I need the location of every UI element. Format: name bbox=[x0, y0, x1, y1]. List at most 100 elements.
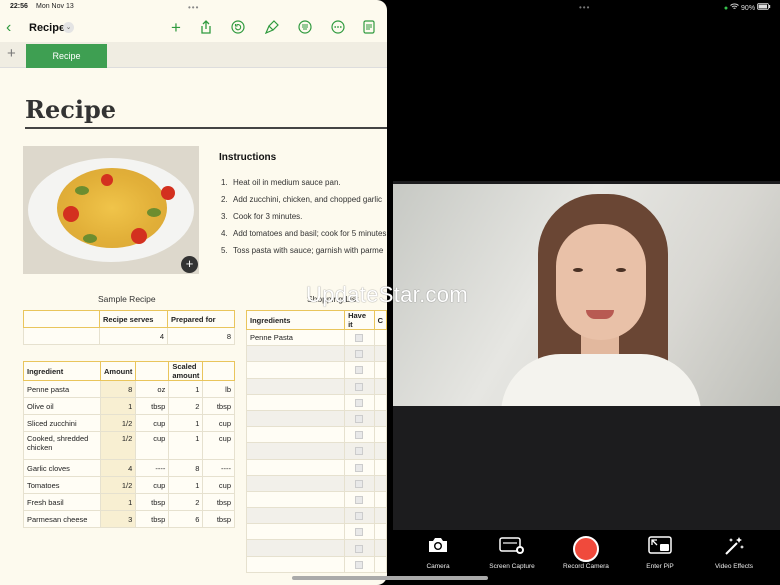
table-cell[interactable]: cup bbox=[202, 431, 235, 460]
document-title[interactable]: Recipe bbox=[29, 22, 65, 34]
table-cell[interactable] bbox=[373, 474, 387, 492]
table-row[interactable]: Parmesan cheese 3 tbsp 6 tbsp bbox=[23, 510, 235, 528]
table-cell[interactable] bbox=[245, 458, 346, 476]
table-cell[interactable]: 1/2 bbox=[99, 414, 137, 432]
table-cell[interactable]: 2 bbox=[168, 397, 204, 415]
table-row[interactable] bbox=[245, 474, 387, 492]
table-cell[interactable] bbox=[373, 442, 387, 460]
menu-icon[interactable] bbox=[297, 20, 313, 36]
add-sheet-icon[interactable]: + bbox=[7, 45, 16, 62]
table-row[interactable] bbox=[245, 442, 387, 460]
table-row[interactable]: Fresh basil 1 tbsp 2 tbsp bbox=[23, 493, 235, 511]
pasta-photo[interactable] bbox=[23, 146, 199, 274]
table-cell[interactable]: 4 bbox=[99, 459, 137, 477]
table-header-cell[interactable]: Ingredients bbox=[245, 310, 346, 330]
chevron-down-icon[interactable]: ⌄ bbox=[63, 22, 74, 33]
table-cell[interactable] bbox=[245, 345, 346, 363]
table-header-cell[interactable]: Scaled amount bbox=[168, 361, 204, 381]
table-cell[interactable] bbox=[245, 409, 346, 428]
multitask-dots-icon[interactable]: ••• bbox=[579, 3, 590, 12]
ingredients-table[interactable]: Ingredient Amount Scaled amount Penne pa… bbox=[23, 361, 235, 528]
table-row[interactable] bbox=[245, 393, 387, 411]
table-row[interactable]: Cooked, shredded chicken 1/2 cup 1 cup bbox=[23, 431, 235, 460]
table-header-cell[interactable]: Have it bbox=[344, 310, 375, 330]
table-row[interactable] bbox=[245, 409, 387, 428]
table-cell[interactable]: cup bbox=[135, 476, 170, 494]
table-cell[interactable] bbox=[373, 507, 387, 525]
table-row[interactable] bbox=[245, 426, 387, 444]
screen-capture-button[interactable]: Screen Capture bbox=[477, 536, 547, 570]
table-cell[interactable]: 1 bbox=[99, 493, 137, 511]
table-cell[interactable]: 8 bbox=[167, 327, 235, 345]
checkbox[interactable] bbox=[344, 490, 375, 509]
tab-recipe[interactable]: Recipe bbox=[26, 44, 107, 68]
table-cell[interactable] bbox=[373, 328, 387, 347]
checkbox[interactable] bbox=[344, 555, 375, 573]
undo-icon[interactable] bbox=[230, 20, 246, 36]
table-cell[interactable]: 4 bbox=[99, 327, 168, 345]
table-cell[interactable]: tbsp bbox=[202, 493, 235, 511]
table-header-cell[interactable] bbox=[202, 361, 235, 381]
camera-button[interactable]: Camera bbox=[403, 536, 473, 570]
table-row[interactable] bbox=[245, 539, 387, 557]
table-cell[interactable] bbox=[373, 409, 387, 428]
serves-table[interactable]: Recipe serves Prepared for 4 8 bbox=[23, 310, 235, 345]
table-cell[interactable]: 1/2 bbox=[99, 431, 137, 460]
table-row[interactable]: Penne Pasta bbox=[245, 328, 387, 347]
table-cell[interactable]: oz bbox=[135, 380, 170, 398]
table-cell[interactable]: cup bbox=[135, 414, 170, 432]
video-effects-button[interactable]: Video Effects bbox=[699, 536, 769, 570]
checkbox[interactable] bbox=[344, 442, 375, 460]
add-icon[interactable]: + bbox=[168, 19, 184, 36]
table-row[interactable] bbox=[245, 345, 387, 363]
table-cell[interactable] bbox=[373, 539, 387, 557]
table-cell[interactable] bbox=[245, 393, 346, 411]
table-row[interactable]: Olive oil 1 tbsp 2 tbsp bbox=[23, 397, 235, 415]
table-header-cell[interactable]: Recipe serves bbox=[99, 310, 168, 328]
table-cell[interactable]: Garlic cloves bbox=[23, 459, 101, 477]
table-header-cell[interactable] bbox=[135, 361, 170, 381]
table-cell[interactable]: 1 bbox=[168, 414, 204, 432]
table-header-cell[interactable]: Amount bbox=[99, 361, 137, 381]
table-cell[interactable] bbox=[373, 426, 387, 444]
record-camera-button[interactable]: Record Camera bbox=[551, 536, 621, 570]
multitask-dots-icon[interactable]: ••• bbox=[188, 3, 199, 12]
table-cell[interactable] bbox=[245, 426, 346, 444]
table-cell[interactable] bbox=[373, 393, 387, 411]
checkbox[interactable] bbox=[344, 409, 375, 428]
checkbox[interactable] bbox=[344, 458, 375, 476]
table-cell[interactable]: lb bbox=[202, 380, 235, 398]
table-cell[interactable]: 8 bbox=[99, 380, 137, 398]
table-header-cell[interactable] bbox=[23, 310, 100, 328]
checkbox[interactable] bbox=[344, 507, 375, 525]
table-cell[interactable]: ---- bbox=[135, 459, 170, 477]
checkbox[interactable] bbox=[344, 426, 375, 444]
back-chevron-icon[interactable]: ‹ bbox=[6, 19, 11, 37]
enter-pip-button[interactable]: Enter PiP bbox=[625, 536, 695, 570]
table-header-cell[interactable]: Prepared for bbox=[167, 310, 235, 328]
table-cell[interactable] bbox=[373, 490, 387, 509]
table-cell[interactable]: tbsp bbox=[135, 493, 170, 511]
checkbox[interactable] bbox=[344, 345, 375, 363]
table-row[interactable]: Sliced zucchini 1/2 cup 1 cup bbox=[23, 414, 235, 432]
table-cell[interactable]: cup bbox=[135, 431, 170, 460]
table-cell[interactable]: cup bbox=[202, 476, 235, 494]
table-cell[interactable]: 1/2 bbox=[99, 476, 137, 494]
checkbox[interactable] bbox=[344, 523, 375, 541]
table-cell[interactable]: Penne Pasta bbox=[245, 328, 346, 347]
add-media-icon[interactable]: + bbox=[181, 256, 198, 273]
table-cell[interactable] bbox=[373, 523, 387, 541]
table-cell[interactable]: Cooked, shredded chicken bbox=[23, 431, 101, 460]
table-cell[interactable] bbox=[245, 377, 346, 395]
format-brush-icon[interactable] bbox=[264, 20, 280, 36]
table-row[interactable] bbox=[245, 377, 387, 395]
checkbox[interactable] bbox=[344, 474, 375, 492]
table-cell[interactable]: 2 bbox=[168, 493, 204, 511]
share-icon[interactable] bbox=[198, 20, 214, 36]
table-cell[interactable]: 1 bbox=[168, 476, 204, 494]
table-cell[interactable] bbox=[245, 474, 346, 492]
table-header-cell[interactable]: C bbox=[373, 310, 387, 330]
table-cell[interactable]: 1 bbox=[99, 397, 137, 415]
table-cell[interactable] bbox=[373, 555, 387, 573]
table-row[interactable] bbox=[245, 523, 387, 541]
